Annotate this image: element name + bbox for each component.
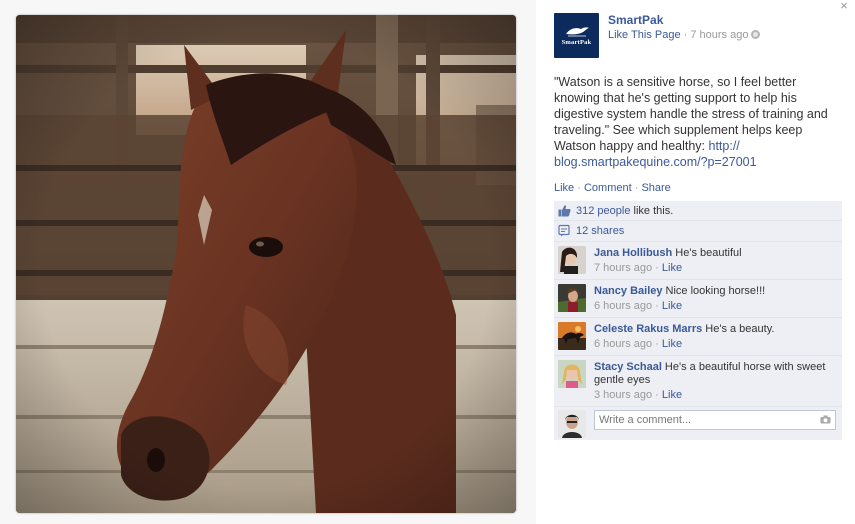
comment-item: Celeste Rakus Marrs He's a beauty. 6 hou… — [554, 318, 842, 356]
page-avatar[interactable]: SmartPak — [554, 13, 599, 58]
commenter-avatar[interactable] — [558, 360, 586, 388]
shares-count-link[interactable]: 12 shares — [576, 225, 624, 237]
comment-like-button[interactable]: Like — [662, 389, 682, 401]
commenter-avatar[interactable] — [558, 322, 586, 350]
comment-timestamp[interactable]: 6 hours ago — [594, 338, 652, 350]
camera-icon[interactable] — [820, 415, 831, 424]
byline-separator: · — [680, 29, 691, 41]
globe-icon — [751, 30, 761, 39]
comment-like-button[interactable]: Like — [662, 262, 682, 274]
comment-input[interactable]: Write a comment... — [594, 410, 836, 430]
close-icon[interactable]: × — [840, 0, 848, 13]
post-details-panel: × SmartPak SmartPak Like This Page · 7 h… — [536, 0, 855, 524]
post-photo[interactable] — [16, 15, 516, 513]
close-button[interactable]: × — [838, 0, 850, 12]
horse-photo-image — [16, 15, 516, 513]
commenter-avatar[interactable] — [558, 284, 586, 312]
comment-meta: 7 hours ago · Like — [594, 262, 683, 274]
comment-timestamp[interactable]: 3 hours ago — [594, 389, 652, 401]
comment-meta: 6 hours ago · Like — [594, 338, 683, 350]
comment-body: Nancy Bailey Nice looking horse!!! 6 hou… — [594, 284, 836, 313]
comment-meta: 6 hours ago · Like — [594, 300, 683, 312]
comment-text: He's beautiful — [672, 247, 742, 259]
comment-item: Stacy Schaal He's a beautiful horse with… — [554, 356, 842, 407]
comment-like-button[interactable]: Like — [662, 338, 682, 350]
share-button[interactable]: Share — [641, 182, 670, 194]
post-message: "Watson is a sensitive horse, so I feel … — [554, 74, 844, 170]
commenter-avatar[interactable] — [558, 246, 586, 274]
actions-separator: · — [631, 182, 642, 194]
likes-suffix: like this. — [630, 205, 674, 217]
page-name-link[interactable]: SmartPak — [608, 13, 663, 27]
comment-timestamp[interactable]: 7 hours ago — [594, 262, 652, 274]
likes-summary: 312 people like this. — [554, 201, 842, 221]
avatar-logo-text: SmartPak — [561, 39, 592, 46]
comment-body: Stacy Schaal He's a beautiful horse with… — [594, 360, 836, 402]
actions-separator: · — [574, 182, 584, 194]
like-page-link[interactable]: Like This Page — [608, 29, 681, 41]
comment-meta: 3 hours ago · Like — [594, 389, 683, 401]
thumbs-up-icon — [558, 205, 571, 217]
photo-stage — [0, 0, 536, 524]
horse-logo-icon — [565, 27, 589, 37]
shares-summary: 12 shares — [554, 221, 842, 242]
comment-button[interactable]: Comment — [584, 182, 632, 194]
comment-item: Nancy Bailey Nice looking horse!!! 6 hou… — [554, 280, 842, 318]
comment-timestamp[interactable]: 6 hours ago — [594, 300, 652, 312]
comment-composer: Write a comment... — [554, 407, 842, 440]
comment-text: Nice looking horse!!! — [662, 285, 766, 297]
comment-author-link[interactable]: Jana Hollibush — [594, 247, 672, 259]
comment-item: Jana Hollibush He's beautiful 7 hours ag… — [554, 242, 842, 280]
comment-body: Celeste Rakus Marrs He's a beauty. 6 hou… — [594, 322, 836, 351]
feedback-box: 312 people like this. 12 shares Jana Hol… — [554, 201, 842, 440]
share-icon — [558, 224, 570, 237]
likes-count-link[interactable]: 312 people — [576, 205, 630, 217]
post-timestamp[interactable]: 7 hours ago — [690, 29, 748, 41]
post-byline: Like This Page · 7 hours ago — [608, 29, 761, 41]
comment-like-button[interactable]: Like — [662, 300, 682, 312]
comment-text: He's a beauty. — [702, 323, 775, 335]
current-user-avatar — [558, 410, 586, 438]
comment-input-placeholder: Write a comment... — [599, 414, 692, 426]
comment-body: Jana Hollibush He's beautiful 7 hours ag… — [594, 246, 836, 275]
comment-author-link[interactable]: Nancy Bailey — [594, 285, 662, 297]
like-button[interactable]: Like — [554, 182, 574, 194]
post-body-text: "Watson is a sensitive horse, so I feel … — [554, 75, 828, 153]
comment-author-link[interactable]: Stacy Schaal — [594, 361, 662, 373]
post-actions: Like · Comment · Share — [554, 182, 671, 194]
comment-author-link[interactable]: Celeste Rakus Marrs — [594, 323, 702, 335]
